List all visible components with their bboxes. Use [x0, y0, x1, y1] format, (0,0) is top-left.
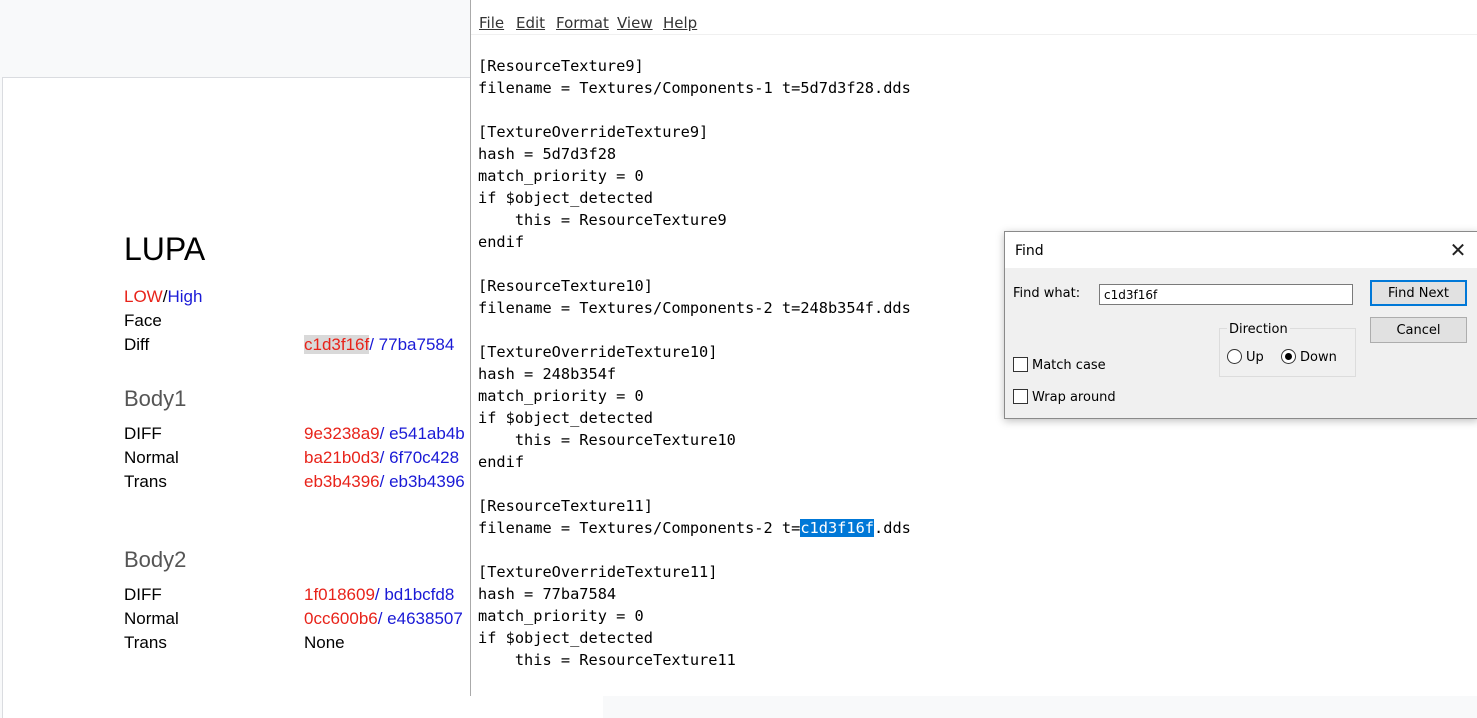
direction-label: Direction — [1227, 322, 1290, 337]
body1-diff-high: / e541ab4b — [379, 424, 465, 443]
body1-heading: Body1 — [124, 386, 187, 411]
diff-low-value: c1d3f16f — [304, 335, 370, 354]
menu-bar: File Edit Format View Help — [471, 0, 1477, 35]
body1-trans-low: eb3b4396 — [304, 472, 380, 491]
menu-format[interactable]: Format — [556, 14, 609, 32]
body1-trans-high: / eb3b4396 — [379, 472, 465, 491]
menu-help[interactable]: Help — [663, 14, 697, 32]
menu-view[interactable]: View — [617, 14, 653, 32]
menu-edit[interactable]: Edit — [516, 14, 545, 32]
menu-file-label: File — [479, 14, 505, 32]
body2-normal-high: / e4638507 — [377, 609, 463, 628]
diff-high-value: / 77ba7584 — [369, 335, 455, 354]
editor-line: this = ResourceTexture11 — [478, 651, 736, 669]
direction-down-radio[interactable] — [1281, 349, 1296, 364]
editor-line: match_priority = 0 — [478, 167, 644, 185]
body1-normal-values: ba21b0d3/ 6f70c428 — [304, 448, 459, 468]
editor-line: hash = 5d7d3f28 — [478, 145, 617, 163]
body1-normal-label: Normal — [124, 448, 179, 467]
body2-normal-values: 0cc600b6/ e4638507 — [304, 609, 463, 629]
legend-line: LOW/High — [124, 287, 202, 307]
body1-normal-low: ba21b0d3 — [304, 448, 380, 467]
find-what-label: Find what: — [1013, 286, 1081, 301]
body1-diff-low: 9e3238a9 — [304, 424, 380, 443]
editor-line: if $object_detected — [478, 629, 653, 647]
editor-line: [TextureOverrideTexture10] — [478, 343, 718, 361]
body1-diff-label: DIFF — [124, 424, 162, 443]
find-dialog-title: Find — [1015, 243, 1044, 259]
legend-high: High — [167, 287, 203, 306]
body1-diff-values: 9e3238a9/ e541ab4b — [304, 424, 465, 444]
editor-line: filename = Textures/Components-2 t=248b3… — [478, 299, 911, 317]
editor-line: [ResourceTexture10] — [478, 277, 653, 295]
body2-trans-label: Trans — [124, 633, 167, 652]
cancel-button[interactable]: Cancel — [1370, 317, 1467, 343]
editor-line: this = ResourceTexture9 — [478, 211, 727, 229]
body1-trans-label: Trans — [124, 472, 167, 491]
wrap-around-checkbox[interactable] — [1013, 389, 1028, 404]
editor-line: if $object_detected — [478, 409, 653, 427]
body2-heading: Body2 — [124, 547, 187, 572]
editor-line: [TextureOverrideTexture11] — [478, 563, 718, 581]
legend-low: LOW — [124, 287, 163, 306]
menu-edit-label: Edit — [516, 14, 546, 32]
editor-line: [TextureOverrideTexture9] — [478, 123, 709, 141]
editor-line: endif — [478, 453, 525, 471]
body2-trans-value: None — [304, 633, 345, 652]
match-case-label: Match case — [1032, 358, 1106, 373]
editor-line: match_priority = 0 — [478, 387, 644, 405]
menu-view-label: View — [617, 14, 653, 32]
menu-format-label: Format — [556, 14, 609, 32]
body2-diff-low: 1f018609 — [304, 585, 375, 604]
editor-line: hash = 77ba7584 — [478, 585, 617, 603]
find-dialog[interactable]: Find ✕ Find what: Find Next Cancel Direc… — [1004, 231, 1477, 419]
body2-diff-high: / bd1bcfd8 — [374, 585, 455, 604]
find-dialog-titlebar[interactable]: Find ✕ — [1005, 232, 1477, 268]
body2-normal-label: Normal — [124, 609, 179, 628]
body2-normal-low: 0cc600b6 — [304, 609, 378, 628]
editor-line: [ResourceTexture11] — [478, 497, 653, 515]
wrap-around-label: Wrap around — [1032, 390, 1116, 405]
editor-line: match_priority = 0 — [478, 607, 644, 625]
editor-line: endif — [478, 233, 525, 251]
editor-line: hash = 248b354f — [478, 365, 617, 383]
text-editor[interactable]: [ResourceTexture9] filename = Textures/Co… — [478, 55, 911, 671]
close-icon[interactable]: ✕ — [1438, 232, 1477, 268]
find-what-input[interactable] — [1099, 284, 1353, 305]
direction-up-radio[interactable] — [1227, 349, 1242, 364]
editor-line: if $object_detected — [478, 189, 653, 207]
body1-normal-high: / 6f70c428 — [379, 448, 460, 467]
menu-file[interactable]: File — [479, 14, 504, 32]
direction-up-label: Up — [1246, 350, 1264, 365]
body2-diff-values: 1f018609/ bd1bcfd8 — [304, 585, 454, 605]
editor-line: this = ResourceTexture10 — [478, 431, 736, 449]
match-case-checkbox[interactable] — [1013, 357, 1028, 372]
diff-label: Diff — [124, 335, 150, 354]
document-title: LUPA — [124, 231, 206, 267]
editor-line: filename = Textures/Components-2 t=c1d3f… — [478, 519, 911, 537]
diff-values: c1d3f16f/ 77ba7584 — [304, 335, 454, 355]
selected-text: c1d3f16f — [800, 519, 875, 537]
direction-down-label: Down — [1300, 350, 1337, 365]
body1-trans-values: eb3b4396/ eb3b4396 — [304, 472, 465, 492]
editor-line: filename = Textures/Components-1 t=5d7d3… — [478, 79, 911, 97]
find-next-button[interactable]: Find Next — [1370, 280, 1467, 306]
menu-help-label: Help — [663, 14, 698, 32]
body2-diff-label: DIFF — [124, 585, 162, 604]
face-label: Face — [124, 311, 162, 330]
editor-line: [ResourceTexture9] — [478, 57, 644, 75]
